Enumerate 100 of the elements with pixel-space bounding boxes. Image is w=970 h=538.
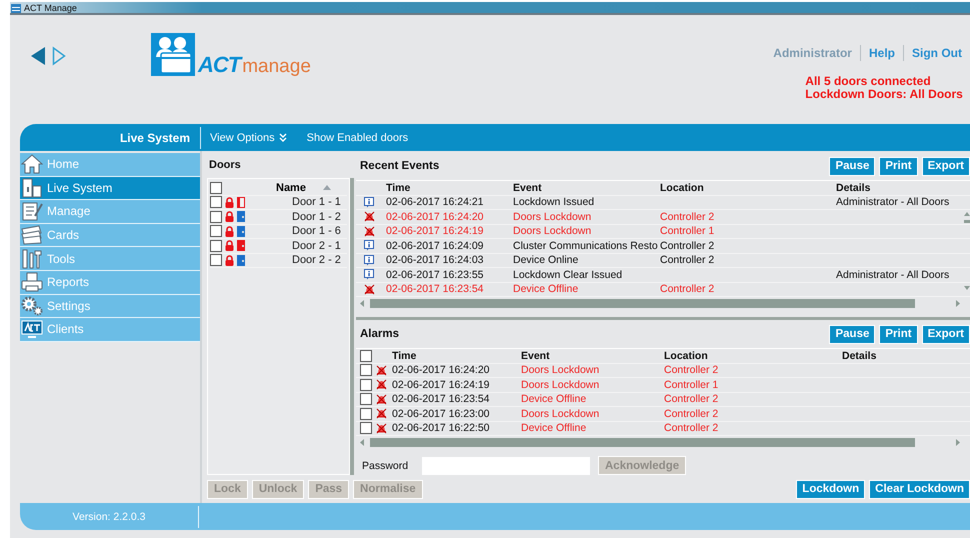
sidebar-item[interactable]: Manage (20, 200, 200, 224)
column-header[interactable]: Time (392, 350, 521, 362)
table-cell-text: Doors Lockdown (513, 210, 592, 223)
table-cell-text: Doors Lockdown (521, 364, 600, 376)
table-cell-text: 02-06-2017 16:23:00 (392, 408, 490, 420)
scroll-bar[interactable] (964, 211, 970, 291)
sidebar-item[interactable]: Live System (20, 176, 200, 200)
tools-icon (21, 248, 43, 269)
door-panel-icon (21, 178, 43, 198)
checkbox[interactable] (360, 350, 372, 362)
padlock-icon (225, 254, 234, 266)
table-cell-text: Administrator - All Doors (836, 196, 950, 208)
view-options-menu[interactable]: View Options (210, 132, 287, 144)
table-cell-text: Controller 2 (664, 393, 720, 406)
table-cell-text: Doors Lockdown (513, 225, 592, 238)
column-header[interactable]: Event (513, 182, 660, 194)
section-title: Live System (20, 126, 201, 148)
table-cell-text: Controller 2 (664, 422, 720, 434)
checkbox[interactable] (360, 364, 372, 376)
sidebar-item[interactable]: Settings (20, 294, 200, 318)
alarm-bell-icon (376, 394, 387, 405)
monitor-icon (21, 319, 43, 340)
sort-ascending-icon (322, 185, 331, 190)
checkbox[interactable] (210, 182, 222, 194)
panel-button[interactable]: Pause (829, 156, 876, 176)
checkbox[interactable] (210, 210, 222, 223)
logo-product: manage (242, 57, 311, 76)
table-cell-text: Lockdown Issued (513, 196, 596, 208)
table-cell-text: 02-06-2017 16:24:19 (386, 225, 484, 238)
table-cell-text: 02-06-2017 16:24:19 (392, 378, 490, 391)
lockdown-button[interactable]: Lockdown (796, 480, 866, 498)
column-header[interactable]: Name (276, 182, 306, 194)
padlock-icon (225, 240, 234, 252)
cards-icon (21, 225, 43, 246)
sidebar-item[interactable]: Clients (20, 318, 200, 342)
panel-title: Alarms (359, 328, 399, 340)
checkbox[interactable] (210, 196, 222, 208)
checkbox[interactable] (360, 378, 372, 391)
panel-button[interactable]: Print (879, 156, 918, 176)
window-title: ACT Manage (24, 4, 77, 13)
checkbox[interactable] (360, 393, 372, 406)
app-icon (11, 4, 21, 13)
double-chevron-icon (278, 133, 287, 142)
table-cell-text: Controller 2 (664, 408, 720, 420)
panel-title: Recent Events (359, 160, 440, 172)
alarm-bell-icon (376, 379, 387, 390)
column-header[interactable]: Details (842, 350, 970, 362)
header-link[interactable]: Help (860, 46, 903, 60)
table-cell-text: Administrator - All Doors (836, 268, 950, 281)
table-cell-text: Device Online (513, 254, 580, 266)
logo-icon (151, 33, 195, 76)
user-name: Administrator (772, 46, 853, 60)
table-cell-text: Controller 1 (660, 225, 716, 238)
panel-button[interactable]: Export (922, 324, 970, 344)
sidebar-item[interactable]: Tools (20, 247, 200, 271)
table-cell-text: 02-06-2017 16:24:21 (386, 196, 484, 208)
table-cell-text: Doors Lockdown (521, 378, 600, 391)
checkbox[interactable] (210, 225, 222, 238)
column-header[interactable]: Details (836, 182, 970, 194)
table-cell-text: Controller 2 (660, 210, 716, 223)
door-name: Door 1 - 2 (292, 210, 341, 223)
table-cell-text: 02-06-2017 16:23:54 (392, 393, 490, 406)
alarm-bell-icon (364, 284, 375, 295)
sidebar-item[interactable]: Reports (20, 270, 200, 295)
lockdown-button[interactable]: Clear Lockdown (869, 480, 970, 498)
notepad-icon (21, 201, 43, 222)
checkbox[interactable] (360, 408, 372, 420)
back-arrow-icon[interactable] (30, 46, 46, 66)
sidebar-item[interactable]: Home (20, 153, 200, 177)
checkbox[interactable] (210, 240, 222, 252)
table-cell-text: Controller 2 (660, 283, 716, 296)
checkbox[interactable] (210, 254, 222, 266)
padlock-icon (225, 196, 234, 208)
alarm-bell-icon (364, 226, 375, 237)
table-cell-text: Lockdown Clear Issued (513, 268, 624, 281)
table-cell-text: Controller 2 (664, 364, 720, 376)
toolbar-link[interactable]: Show Enabled doors (306, 132, 408, 144)
panel-button[interactable]: Pause (829, 324, 876, 344)
table-cell-text: Device Offline (521, 422, 588, 434)
column-header[interactable]: Location (660, 182, 836, 194)
table-cell-text: Device Offline (521, 393, 588, 406)
table-cell-text: 02-06-2017 16:24:03 (386, 254, 484, 266)
column-header[interactable]: Time (386, 182, 513, 194)
column-header[interactable]: Location (664, 350, 842, 362)
password-field[interactable] (422, 456, 590, 474)
sidebar-item[interactable]: Cards (20, 224, 200, 248)
header-link[interactable]: Sign Out (904, 46, 970, 60)
checkbox[interactable] (360, 422, 372, 434)
column-header[interactable]: Event (521, 350, 664, 362)
home-icon (21, 154, 43, 174)
panel-button[interactable]: Export (922, 156, 970, 176)
alarm-bell-icon (364, 211, 375, 222)
table-cell-text: Controller 2 (660, 254, 716, 266)
status-message: All 5 doors connected (805, 75, 932, 88)
panel-button[interactable]: Print (879, 324, 918, 344)
status-message: Lockdown Doors: All Doors (805, 88, 963, 101)
table-cell-text: Cluster Communications Resto (513, 240, 659, 252)
alarm-bell-icon (376, 422, 387, 434)
table-cell-text: 02-06-2017 16:24:20 (386, 210, 484, 223)
table-cell-text: Doors Lockdown (521, 408, 600, 420)
